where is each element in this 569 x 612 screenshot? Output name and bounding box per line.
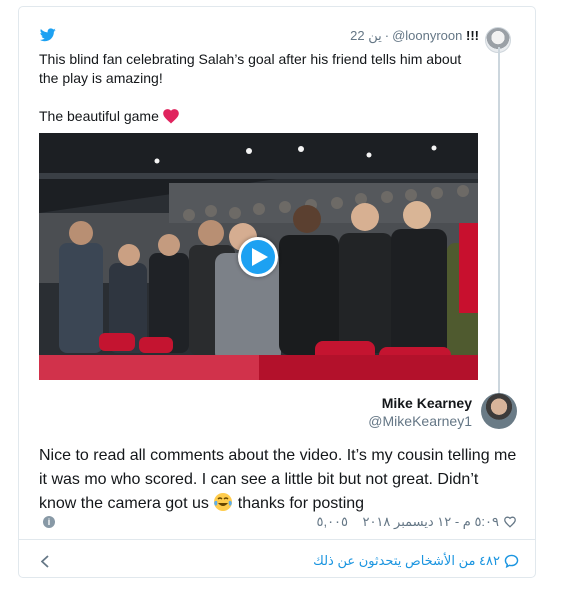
quoted-tweet-name[interactable]: !!!: [466, 28, 479, 43]
quoted-tweet-text: This blind fan celebrating Salah’s goal …: [39, 50, 479, 126]
like-count: ٥,٠٠٥: [316, 514, 349, 529]
reply-tweet-text: Nice to read all comments about the vide…: [39, 444, 517, 516]
thread-connector-line: [498, 47, 500, 399]
video-player[interactable]: [39, 133, 478, 380]
reply-author-handle[interactable]: @MikeKearney1: [319, 413, 472, 429]
twitter-bird-icon[interactable]: [40, 28, 56, 42]
quoted-tweet-text-line2: The beautiful game: [39, 108, 159, 124]
reply-author-name[interactable]: Mike Kearney: [319, 395, 472, 411]
play-icon: [252, 248, 268, 266]
people-talking-text[interactable]: ٤٨٢ من الأشخاص يتحدثون عن ذلك: [313, 553, 500, 568]
quoted-tweet-meta: 22 ين · @loonyroon !!!: [350, 28, 479, 43]
chevron-left-icon[interactable]: [41, 555, 49, 568]
speech-bubble-icon: [504, 554, 519, 568]
play-button[interactable]: [238, 237, 278, 277]
info-icon[interactable]: i: [43, 516, 55, 528]
heart-icon: [163, 109, 179, 124]
tears-of-joy-emoji-icon: [214, 493, 233, 511]
embedded-tweet-card: 22 ين · @loonyroon !!! This blind fan cele…: [18, 6, 536, 578]
like-heart-icon[interactable]: [503, 515, 517, 528]
footer-divider: [19, 539, 535, 540]
quoted-tweet-text-line1: This blind fan celebrating Salah’s goal …: [39, 51, 462, 86]
reply-tweet-footer: ٥:٠٩ م - ١٢ ديسمبر ٢٠١٨ ٥,٠٠٥: [299, 514, 517, 530]
reply-author-avatar[interactable]: [481, 393, 517, 429]
reply-text-part2: thanks for posting: [233, 495, 365, 512]
people-talking-link[interactable]: ٤٨٢ من الأشخاص يتحدثون عن ذلك: [279, 553, 519, 569]
quoted-tweet-handle[interactable]: @loonyroon: [392, 28, 462, 43]
quoted-tweet-date[interactable]: 22 ين: [350, 28, 382, 43]
reply-timestamp[interactable]: ٥:٠٩ م - ١٢ ديسمبر ٢٠١٨: [362, 514, 499, 529]
